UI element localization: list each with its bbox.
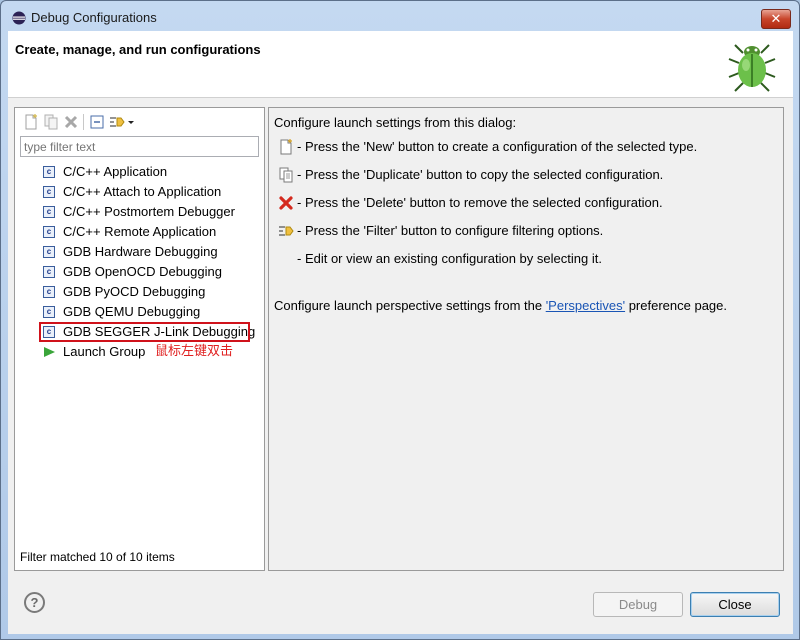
debug-configurations-window: Debug Configurations ✕ Create, manage, a…	[0, 0, 800, 640]
configuration-tree: c C/C++ Application c C/C++ Attach to Appli…	[39, 162, 264, 362]
new-config-icon[interactable]	[23, 114, 39, 130]
bug-icon	[728, 44, 776, 92]
tree-item-label: GDB OpenOCD Debugging	[63, 264, 222, 279]
tree-item-label: GDB QEMU Debugging	[63, 304, 201, 319]
banner-title: Create, manage, and run configurations	[15, 42, 261, 57]
tree-item-label: Launch Group	[63, 344, 146, 359]
c-icon: c	[43, 306, 55, 318]
eclipse-icon	[12, 11, 26, 25]
annotation-text: 鼠标左键双击	[155, 344, 234, 359]
help-button[interactable]: ?	[24, 592, 45, 613]
tree-item-label: C/C++ Application	[63, 164, 168, 179]
tree-item[interactable]: c C/C++ Attach to Application	[39, 182, 264, 202]
play-icon	[44, 347, 55, 357]
tree-item[interactable]: c GDB OpenOCD Debugging	[39, 262, 264, 282]
dialog-content: c C/C++ Application c C/C++ Attach to Appli…	[8, 98, 793, 634]
title-bar: Debug Configurations ✕	[1, 1, 799, 31]
c-icon: c	[43, 246, 55, 258]
filter-icon	[279, 226, 294, 236]
perspective-prefix: Configure launch perspective settings fr…	[274, 298, 546, 313]
c-icon: c	[43, 226, 55, 238]
window-title: Debug Configurations	[31, 10, 157, 25]
tree-item[interactable]: c GDB Hardware Debugging	[39, 242, 264, 262]
filter-icon[interactable]	[109, 114, 125, 130]
c-icon: c	[43, 166, 55, 178]
tree-item-label: C/C++ Attach to Application	[63, 184, 222, 199]
tree-toolbar	[19, 112, 262, 134]
configuration-tree-panel: c C/C++ Application c C/C++ Attach to Appli…	[14, 107, 265, 571]
tree-item[interactable]: c GDB QEMU Debugging	[39, 302, 264, 322]
tree-item[interactable]: c GDB SEGGER J-Link Debugging	[39, 322, 264, 342]
c-icon: c	[43, 206, 55, 218]
close-button[interactable]: Close	[690, 592, 780, 617]
hint-duplicate: - Press the 'Duplicate' button to copy t…	[297, 167, 664, 182]
tree-item[interactable]: c C/C++ Postmortem Debugger	[39, 202, 264, 222]
highlight-box	[39, 322, 250, 342]
hint-filter: - Press the 'Filter' button to configure…	[297, 223, 604, 238]
collapse-all-icon[interactable]	[89, 114, 105, 130]
toolbar-separator	[83, 114, 84, 130]
hint-edit: - Edit or view an existing configuration…	[297, 251, 602, 266]
filter-status: Filter matched 10 of 10 items	[20, 550, 175, 564]
hint-delete: - Press the 'Delete' button to remove th…	[297, 195, 663, 210]
hint-new: - Press the 'New' button to create a con…	[297, 139, 698, 154]
filter-input[interactable]	[20, 136, 259, 157]
tree-item-label: C/C++ Postmortem Debugger	[63, 204, 235, 219]
window-close-button[interactable]: ✕	[761, 9, 791, 29]
tree-item[interactable]: c C/C++ Remote Application	[39, 222, 264, 242]
duplicate-icon[interactable]	[43, 114, 59, 130]
header-banner: Create, manage, and run configurations	[8, 31, 793, 98]
c-icon: c	[43, 286, 55, 298]
perspective-text: Configure launch perspective settings fr…	[274, 298, 727, 313]
c-icon: c	[43, 186, 55, 198]
perspective-suffix: preference page.	[625, 298, 727, 313]
c-icon: c	[43, 266, 55, 278]
duplicate-icon	[279, 167, 293, 183]
debug-button[interactable]: Debug	[593, 592, 683, 617]
intro-text: Configure launch settings from this dial…	[274, 115, 517, 130]
delete-icon	[279, 196, 293, 210]
dropdown-arrow-icon[interactable]	[126, 114, 136, 130]
tree-item[interactable]: c C/C++ Application	[39, 162, 264, 182]
new-icon	[280, 139, 292, 155]
perspectives-link[interactable]: 'Perspectives'	[546, 298, 625, 313]
tree-item[interactable]: c GDB PyOCD Debugging	[39, 282, 264, 302]
tree-item-label: GDB PyOCD Debugging	[63, 284, 206, 299]
tree-item[interactable]: Launch Group 鼠标左键双击	[39, 342, 264, 362]
tree-item-label: C/C++ Remote Application	[63, 224, 217, 239]
info-panel: Configure launch settings from this dial…	[268, 107, 784, 571]
tree-item-label: GDB Hardware Debugging	[63, 244, 218, 259]
delete-icon[interactable]	[63, 114, 79, 130]
